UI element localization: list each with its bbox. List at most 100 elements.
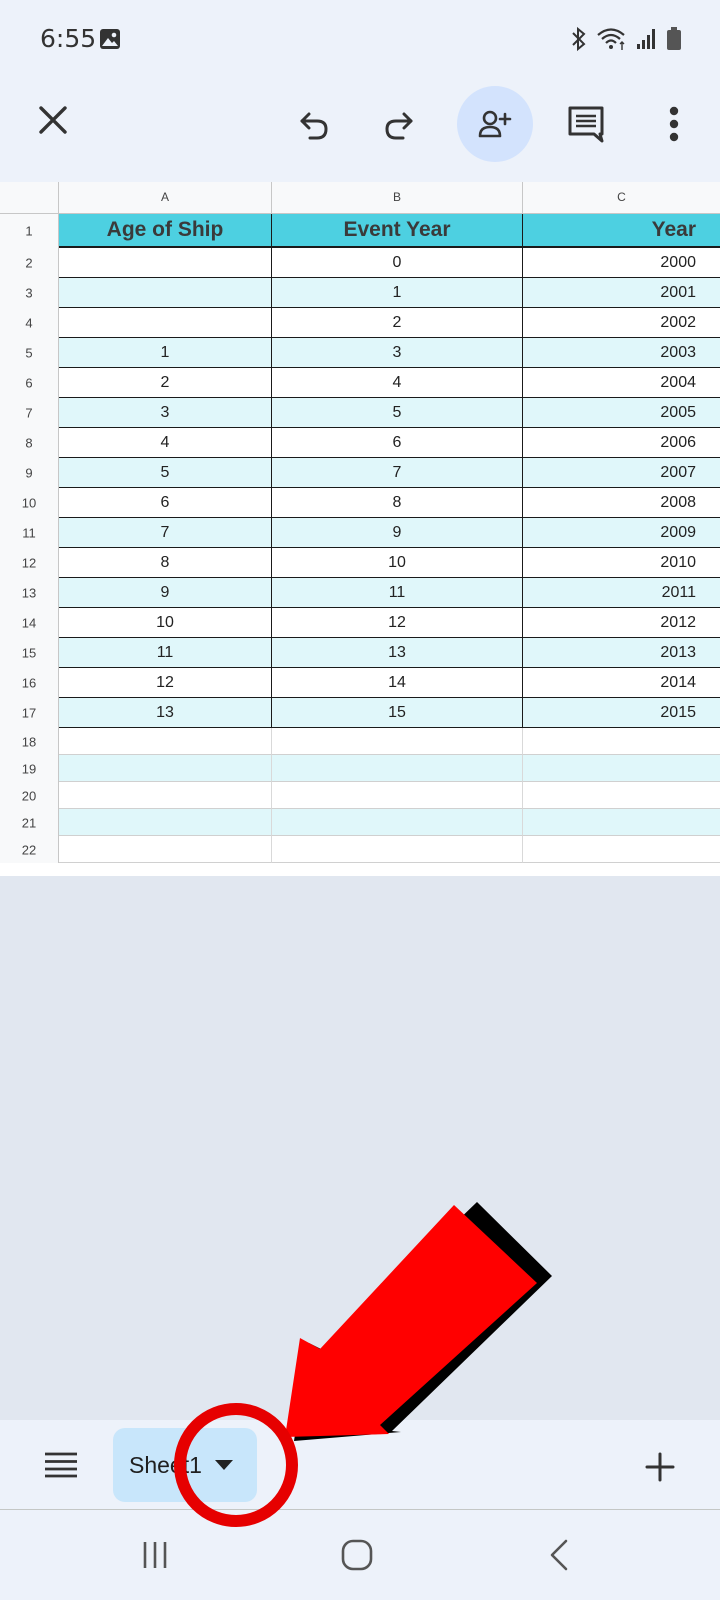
row-number[interactable]: 10 <box>0 488 59 518</box>
grid-cell[interactable]: 8 <box>59 548 272 578</box>
grid-cell[interactable] <box>523 782 720 809</box>
select-all-corner[interactable] <box>0 182 59 214</box>
grid-cell[interactable]: 11 <box>59 638 272 668</box>
grid-cell[interactable]: 2004 <box>523 368 720 398</box>
header-cell-b[interactable]: Event Year <box>272 214 523 248</box>
redo-button[interactable] <box>375 102 423 150</box>
grid-cell[interactable]: 3 <box>272 338 523 368</box>
grid-cell[interactable]: 2009 <box>523 518 720 548</box>
row-number[interactable]: 14 <box>0 608 59 638</box>
row-number[interactable]: 1 <box>0 214 59 248</box>
grid-cell[interactable]: 6 <box>59 488 272 518</box>
grid-cell[interactable]: 2007 <box>523 458 720 488</box>
row-number[interactable]: 19 <box>0 755 59 782</box>
row-number[interactable]: 18 <box>0 728 59 755</box>
row-number[interactable]: 15 <box>0 638 59 668</box>
row-number[interactable]: 8 <box>0 428 59 458</box>
grid-cell[interactable] <box>59 248 272 278</box>
grid-cell[interactable]: 9 <box>272 518 523 548</box>
grid-cell[interactable] <box>272 809 523 836</box>
grid-cell[interactable]: 9 <box>59 578 272 608</box>
undo-button[interactable] <box>290 102 338 150</box>
column-header-b[interactable]: B <box>272 182 523 214</box>
grid-cell[interactable]: 12 <box>59 668 272 698</box>
spreadsheet-grid[interactable]: A B C 1 Age of Ship Event Year Year 2 0 2000 3 1… <box>0 182 720 876</box>
grid-cell[interactable]: 4 <box>272 368 523 398</box>
grid-cell[interactable] <box>59 782 272 809</box>
grid-cell[interactable] <box>59 308 272 338</box>
close-button[interactable] <box>29 96 77 144</box>
grid-cell[interactable]: 2005 <box>523 398 720 428</box>
grid-cell[interactable]: 2000 <box>523 248 720 278</box>
grid-cell[interactable] <box>59 278 272 308</box>
grid-cell[interactable]: 15 <box>272 698 523 728</box>
grid-cell[interactable]: 10 <box>59 608 272 638</box>
grid-cell[interactable] <box>523 836 720 863</box>
grid-cell[interactable]: 1 <box>272 278 523 308</box>
grid-cell[interactable] <box>523 809 720 836</box>
column-header-c[interactable]: C <box>523 182 720 214</box>
grid-cell[interactable] <box>59 836 272 863</box>
row-number[interactable]: 9 <box>0 458 59 488</box>
sheet-tab-active[interactable]: Sheet1 <box>113 1428 257 1502</box>
grid-cell[interactable]: 8 <box>272 488 523 518</box>
grid-cell[interactable]: 2012 <box>523 608 720 638</box>
header-cell-a[interactable]: Age of Ship <box>59 214 272 248</box>
row-number[interactable]: 20 <box>0 782 59 809</box>
back-button[interactable] <box>534 1530 584 1580</box>
column-header-a[interactable]: A <box>59 182 272 214</box>
grid-cell[interactable]: 2006 <box>523 428 720 458</box>
add-sheet-button[interactable] <box>637 1444 683 1490</box>
grid-cell[interactable]: 2014 <box>523 668 720 698</box>
row-number[interactable]: 16 <box>0 668 59 698</box>
row-number[interactable]: 3 <box>0 278 59 308</box>
dropdown-arrow-icon[interactable] <box>214 1459 234 1471</box>
grid-cell[interactable]: 6 <box>272 428 523 458</box>
grid-cell[interactable]: 2002 <box>523 308 720 338</box>
grid-cell[interactable]: 3 <box>59 398 272 428</box>
all-sheets-button[interactable] <box>38 1442 84 1488</box>
grid-cell[interactable]: 5 <box>272 398 523 428</box>
row-number[interactable]: 11 <box>0 518 59 548</box>
row-number[interactable]: 5 <box>0 338 59 368</box>
recent-apps-button[interactable] <box>130 1530 180 1580</box>
grid-cell[interactable]: 2015 <box>523 698 720 728</box>
grid-cell[interactable]: 11 <box>272 578 523 608</box>
row-number[interactable]: 22 <box>0 836 59 863</box>
grid-cell[interactable]: 5 <box>59 458 272 488</box>
header-cell-c[interactable]: Year <box>523 214 720 248</box>
row-number[interactable]: 13 <box>0 578 59 608</box>
grid-cell[interactable] <box>272 728 523 755</box>
grid-cell[interactable]: 7 <box>272 458 523 488</box>
row-number[interactable]: 4 <box>0 308 59 338</box>
grid-cell[interactable]: 10 <box>272 548 523 578</box>
grid-cell[interactable] <box>59 755 272 782</box>
grid-cell[interactable] <box>523 755 720 782</box>
row-number[interactable]: 2 <box>0 248 59 278</box>
grid-cell[interactable] <box>523 728 720 755</box>
row-number[interactable]: 17 <box>0 698 59 728</box>
grid-cell[interactable]: 2003 <box>523 338 720 368</box>
grid-cell[interactable]: 2013 <box>523 638 720 668</box>
grid-cell[interactable]: 2008 <box>523 488 720 518</box>
grid-cell[interactable]: 7 <box>59 518 272 548</box>
grid-cell[interactable]: 2011 <box>523 578 720 608</box>
grid-cell[interactable]: 14 <box>272 668 523 698</box>
comments-button[interactable] <box>560 98 612 150</box>
share-button[interactable] <box>457 86 533 162</box>
grid-cell[interactable]: 13 <box>59 698 272 728</box>
row-number[interactable]: 21 <box>0 809 59 836</box>
grid-cell[interactable] <box>272 755 523 782</box>
grid-cell[interactable]: 13 <box>272 638 523 668</box>
grid-cell[interactable]: 2010 <box>523 548 720 578</box>
grid-cell[interactable] <box>59 728 272 755</box>
row-number[interactable]: 7 <box>0 398 59 428</box>
row-number[interactable]: 12 <box>0 548 59 578</box>
grid-cell[interactable]: 2 <box>59 368 272 398</box>
grid-cell[interactable]: 0 <box>272 248 523 278</box>
row-number[interactable]: 6 <box>0 368 59 398</box>
grid-cell[interactable] <box>272 782 523 809</box>
grid-cell[interactable]: 1 <box>59 338 272 368</box>
more-options-button[interactable] <box>650 98 698 150</box>
grid-cell[interactable]: 2001 <box>523 278 720 308</box>
